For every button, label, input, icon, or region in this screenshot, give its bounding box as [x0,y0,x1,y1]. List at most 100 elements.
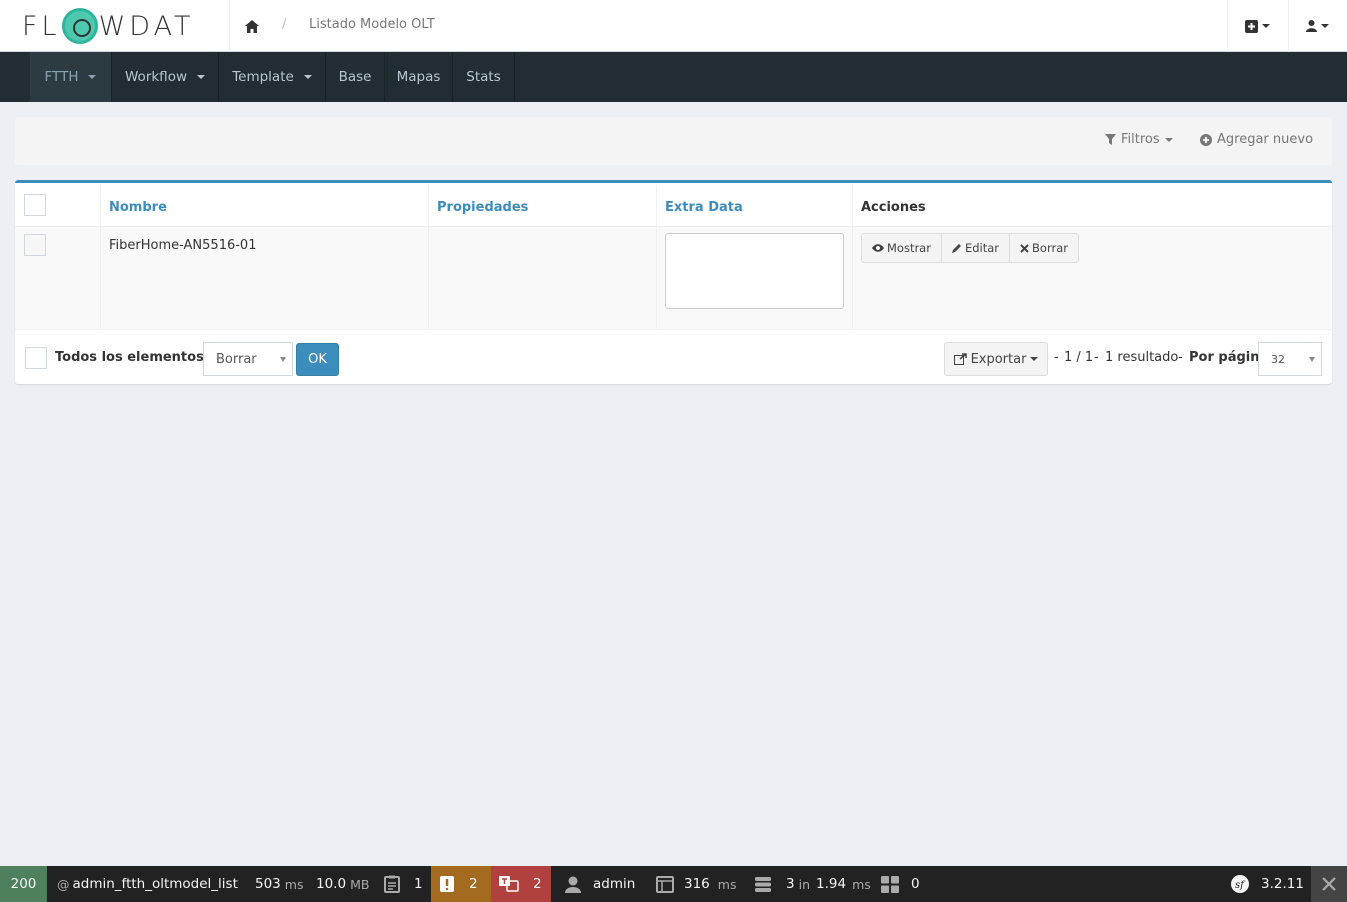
db-query-count: 3 [786,876,795,892]
route-block[interactable]: @ admin_ftth_oltmodel_list [49,866,246,902]
components-count: 0 [911,876,920,892]
batch-ok-button[interactable]: OK [296,343,339,376]
nav-label: Stats [466,69,501,85]
database-block[interactable]: 3 in 1.94 ms [746,866,879,902]
show-button[interactable]: Mostrar [862,234,942,262]
pager-dash: - [1094,350,1099,365]
logo[interactable]: FL WDAT [22,7,208,45]
db-time: 1.94 [816,876,847,892]
symfony-logo-icon: sf [1231,875,1249,893]
times-icon [1020,243,1029,253]
chevron-down-icon [1030,357,1039,361]
add-menu-dropdown[interactable] [1245,14,1270,38]
chevron-down-icon [1309,357,1315,362]
components-block[interactable]: 0 [873,866,928,902]
filters-label: Filtros [1121,132,1160,147]
logo-ring-icon [61,8,98,44]
export-label: Exportar [970,351,1027,367]
warnings-count: 2 [469,876,478,892]
cell-nombre[interactable]: FiberHome-AN5516-01 [109,238,256,253]
memory-block[interactable]: 10.0 MB [308,866,377,902]
status-code-badge[interactable]: 200 [0,866,47,902]
toolbar-close-button[interactable] [1311,866,1347,902]
time-value: 503 [255,876,281,892]
route-name: admin_ftth_oltmodel_list [72,876,238,892]
chevron-down-icon [88,75,97,79]
per-page-label: Por página [1189,350,1269,365]
time-block[interactable]: 503 ms [247,866,311,902]
select-all-elements-checkbox[interactable] [25,347,47,369]
header-divider [1288,0,1289,52]
eye-icon [872,244,884,252]
database-icon [755,876,771,892]
delete-button[interactable]: Borrar [1010,234,1078,262]
debug-toolbar: 200 @ admin_ftth_oltmodel_list 503 ms 10… [0,866,1347,902]
top-header: FL WDAT / Listado Modelo OLT [0,0,1347,52]
symfony-version-block[interactable]: sf 3.2.11 [1223,866,1312,902]
translations-block[interactable]: 2 [491,866,551,902]
warnings-block[interactable]: 2 [431,866,491,902]
column-header-extra-data[interactable]: Extra Data [665,200,743,215]
nav-template[interactable]: Template [219,52,326,102]
grid-icon [881,875,899,893]
share-square-icon [953,353,967,365]
user-name: admin [593,876,636,892]
user-menu-dropdown[interactable] [1306,14,1329,38]
nav-mapas[interactable]: Mapas [385,52,453,102]
row-checkbox[interactable] [24,234,46,256]
pencil-icon [951,244,961,253]
column-header-acciones: Acciones [861,200,926,215]
batch-action-value: Borrar [216,351,257,367]
select-all-checkbox[interactable] [24,194,46,216]
nav-ftth[interactable]: FTTH [30,52,112,102]
chevron-down-icon [1321,24,1329,28]
twig-unit: ms [717,876,737,892]
batch-action-select[interactable]: Borrar [203,342,293,376]
column-header-nombre[interactable]: Nombre [109,200,167,215]
nav-stats[interactable]: Stats [453,52,515,102]
filter-icon [1105,134,1116,145]
list-box: Nombre Propiedades Extra Data Acciones F… [15,180,1332,384]
show-label: Mostrar [887,241,931,255]
user-block[interactable]: admin [557,866,643,902]
row-actions: Mostrar Editar Borrar [861,233,1079,263]
twig-time: 316 [684,876,710,892]
home-link[interactable] [242,16,262,36]
time-unit: ms [284,876,304,892]
forms-block[interactable]: 1 [376,866,431,902]
export-dropdown[interactable]: Exportar [944,342,1048,376]
column-divider [852,186,853,330]
memory-value: 10.0 [316,876,347,892]
user-icon [565,876,581,893]
column-divider [428,186,429,330]
extra-data-textarea[interactable] [665,233,844,309]
add-new-label: Agregar nuevo [1217,132,1314,147]
edit-button[interactable]: Editar [942,234,1011,262]
nav-workflow[interactable]: Workflow [112,52,219,102]
nav-label: FTTH [44,69,79,85]
pager-pages: 1 / 1 [1064,350,1094,365]
warning-icon [440,876,454,892]
ok-label: OK [308,352,327,367]
nav-label: Mapas [396,69,441,85]
filters-dropdown[interactable]: Filtros [1105,132,1173,147]
home-icon [245,19,259,33]
pager-dash: - [1178,350,1183,365]
nav-base[interactable]: Base [326,52,385,102]
route-prefix: @ [57,876,70,892]
per-page-select[interactable]: 32 [1258,342,1322,376]
translation-icon [499,876,519,892]
list-footer: Todos los elementos (1) Borrar OK Export… [15,330,1332,384]
plus-circle-icon [1200,133,1212,146]
twig-block[interactable]: 316 ms [648,866,744,902]
status-code: 200 [10,876,37,892]
db-in: in [798,876,810,892]
column-header-propiedades[interactable]: Propiedades [437,200,528,215]
chevron-down-icon [197,75,205,79]
edit-label: Editar [964,241,1000,255]
symfony-version: 3.2.11 [1261,876,1304,892]
logo-text-left: FL [22,10,61,42]
add-new-link[interactable]: Agregar nuevo [1200,132,1313,147]
delete-label: Borrar [1032,241,1068,255]
per-page-value: 32 [1271,352,1285,366]
